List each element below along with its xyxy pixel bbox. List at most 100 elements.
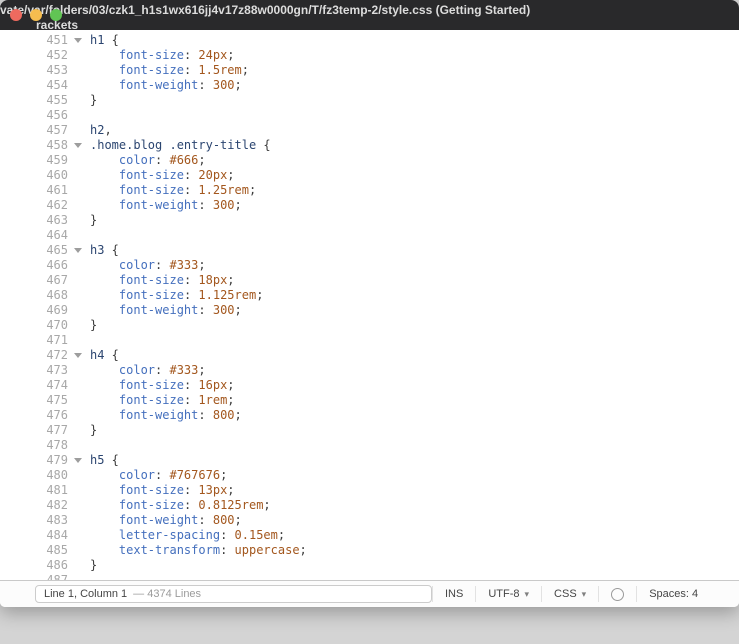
code-line: 463} [0, 213, 739, 228]
code-line: 484 letter-spacing: 0.15em; [0, 528, 739, 543]
line-number: 462 [46, 198, 68, 212]
code-text: h1 { [90, 33, 119, 47]
code-text: font-size: 13px; [118, 483, 235, 497]
cursor-position[interactable]: Line 1, Column 1 — 4374 Lines [35, 585, 432, 603]
fold-toggle[interactable] [68, 348, 90, 363]
line-number: 479 [46, 453, 68, 467]
code-text: font-size: 0.8125rem; [118, 498, 271, 512]
overwrite-toggle[interactable]: INS [432, 586, 475, 602]
code-line: 477} [0, 423, 739, 438]
chevron-down-icon: ▾ [524, 588, 530, 599]
zoom-button[interactable] [50, 9, 62, 21]
code-lines-container: 451 h1 {452 font-size: 24px; 453 font-size… [0, 30, 739, 580]
code-line: 465 h3 { [0, 243, 739, 258]
editor-window: vate/var/folders/03/czk1_h1s1wx616jj4v17… [0, 0, 739, 607]
code-text: } [90, 558, 98, 572]
fold-gutter [68, 108, 90, 123]
code-line: 479 h5 { [0, 453, 739, 468]
code-line: 461 font-size: 1.25rem; [0, 183, 739, 198]
lint-status[interactable] [598, 586, 636, 602]
code-text: font-size: 1.125rem; [118, 288, 264, 302]
fold-gutter [68, 363, 90, 378]
line-number: 472 [46, 348, 68, 362]
fold-gutter [68, 273, 90, 288]
minimize-button[interactable] [30, 9, 42, 21]
fold-toggle[interactable] [68, 138, 90, 153]
fold-toggle[interactable] [68, 453, 90, 468]
fold-gutter [68, 378, 90, 393]
line-number: 453 [46, 63, 68, 77]
code-line: 460 font-size: 20px; [0, 168, 739, 183]
code-text: h3 { [90, 243, 119, 257]
fold-gutter [68, 213, 90, 228]
fold-gutter [68, 288, 90, 303]
traffic-lights [10, 9, 62, 21]
fold-toggle[interactable] [68, 33, 90, 48]
line-number: 470 [46, 318, 68, 332]
fold-gutter [68, 513, 90, 528]
window-title: vate/var/folders/03/czk1_h1s1wx616jj4v17… [0, 3, 739, 30]
line-number: 485 [46, 543, 68, 557]
fold-toggle[interactable] [68, 243, 90, 258]
fold-gutter [68, 543, 90, 558]
fold-arrow-icon[interactable] [74, 248, 82, 253]
line-number: 473 [46, 363, 68, 377]
code-line: 472 h4 { [0, 348, 739, 363]
insert-mode-label: INS [445, 588, 464, 600]
fold-gutter [68, 498, 90, 513]
line-number: 463 [46, 213, 68, 227]
code-text: font-weight: 800; [118, 408, 242, 422]
close-button[interactable] [10, 9, 22, 21]
indent-setting[interactable]: Spaces: 4 [636, 586, 710, 602]
code-line: 483 font-weight: 800; [0, 513, 739, 528]
line-number: 469 [46, 303, 68, 317]
code-line: 453 font-size: 1.5rem; [0, 63, 739, 78]
line-number: 486 [46, 558, 68, 572]
code-line: 462 font-weight: 300; [0, 198, 739, 213]
status-bar: Line 1, Column 1 — 4374 Lines INS UTF-8 … [0, 580, 739, 607]
line-number: 455 [46, 93, 68, 107]
code-text: color: #333; [118, 258, 206, 272]
code-text: .home.blog .entry-title { [90, 138, 271, 152]
fold-arrow-icon[interactable] [74, 353, 82, 358]
line-number: 461 [46, 183, 68, 197]
fold-arrow-icon[interactable] [74, 38, 82, 43]
code-line: 474 font-size: 16px; [0, 378, 739, 393]
code-line: 473 color: #333; [0, 363, 739, 378]
line-number: 475 [46, 393, 68, 407]
fold-gutter [68, 123, 90, 138]
line-number: 464 [46, 228, 68, 242]
encoding-selector[interactable]: UTF-8 ▾ [475, 586, 541, 602]
fold-gutter [68, 558, 90, 573]
indent-label: Spaces: 4 [649, 588, 699, 600]
fold-arrow-icon[interactable] [74, 143, 82, 148]
line-number: 465 [46, 243, 68, 257]
code-text: font-size: 1rem; [118, 393, 235, 407]
chevron-down-icon: ▾ [581, 588, 587, 599]
fold-gutter [68, 423, 90, 438]
fold-gutter [68, 573, 90, 580]
code-text: font-weight: 300; [118, 78, 242, 92]
code-line: 457 h2, [0, 123, 739, 138]
code-line: 468 font-size: 1.125rem; [0, 288, 739, 303]
fold-gutter [68, 438, 90, 453]
fold-gutter [68, 333, 90, 348]
line-number: 468 [46, 288, 68, 302]
line-number: 487 [46, 573, 68, 580]
line-number: 452 [46, 48, 68, 62]
line-number: 476 [46, 408, 68, 422]
code-text: h5 { [90, 453, 119, 467]
fold-arrow-icon[interactable] [74, 458, 82, 463]
line-number: 460 [46, 168, 68, 182]
lint-status-icon [611, 587, 625, 601]
line-number: 477 [46, 423, 68, 437]
fold-gutter [68, 258, 90, 273]
language-selector[interactable]: CSS ▾ [541, 586, 598, 602]
fold-gutter [68, 48, 90, 63]
line-number: 483 [46, 513, 68, 527]
line-number: 466 [46, 258, 68, 272]
code-line: 467 font-size: 18px; [0, 273, 739, 288]
code-line: 482 font-size: 0.8125rem; [0, 498, 739, 513]
code-editor[interactable]: 451 h1 {452 font-size: 24px; 453 font-size… [0, 30, 739, 580]
code-text: } [90, 213, 98, 227]
